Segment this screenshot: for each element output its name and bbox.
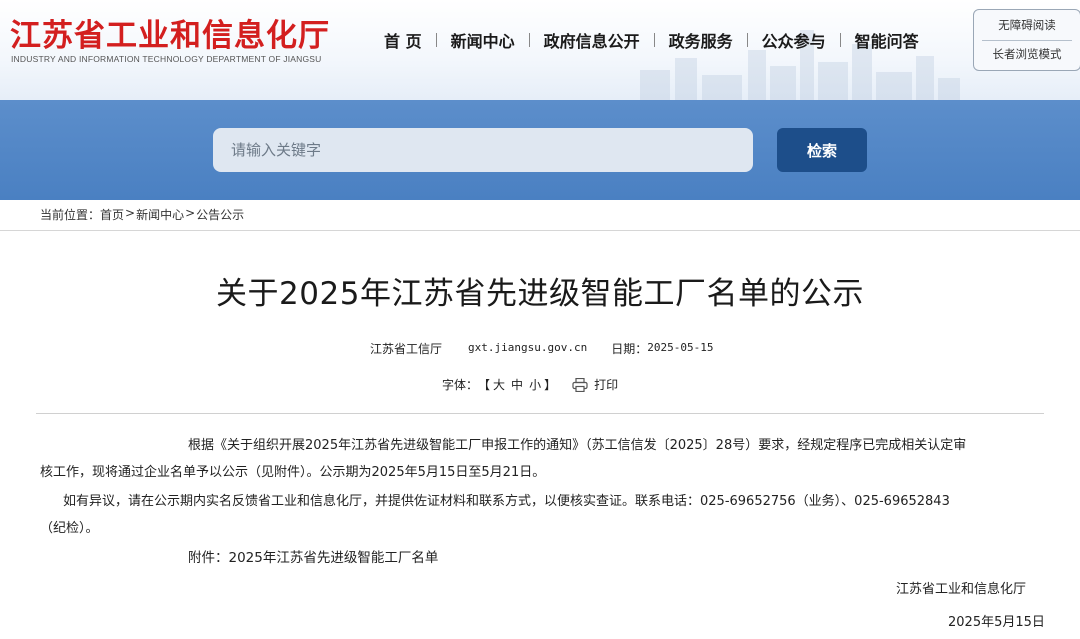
search-banner: 检索 bbox=[0, 100, 1080, 200]
article-paragraph-2-line-2: （纪检）。 bbox=[40, 521, 99, 536]
search-button[interactable]: 检索 bbox=[777, 128, 867, 172]
site-header: 江苏省工业和信息化厅 INDUSTRY AND INFORMATION TECH… bbox=[0, 0, 1080, 100]
font-bracket-close: 】 bbox=[544, 378, 557, 392]
breadcrumb-separator: > bbox=[125, 206, 136, 220]
print-button[interactable]: 打印 bbox=[572, 376, 618, 393]
accessibility-divider bbox=[982, 40, 1072, 41]
breadcrumb-news[interactable]: 新闻中心 bbox=[136, 206, 184, 226]
nav-item-services[interactable]: 政务服务 bbox=[655, 28, 747, 52]
print-label: 打印 bbox=[594, 378, 619, 392]
font-bracket-open: 【 bbox=[478, 378, 491, 392]
breadcrumb: 当前位置： 首页 > 新闻中心 > 公告公示 bbox=[40, 206, 244, 226]
article-site: gxt.jiangsu.gov.cn bbox=[468, 341, 588, 354]
article-date-label: 日期： bbox=[611, 342, 648, 356]
article-title: 关于2025年江苏省先进级智能工厂名单的公示 bbox=[216, 276, 864, 312]
article-date: 2025-05-15 bbox=[647, 341, 714, 354]
site-logo-title[interactable]: 江苏省工业和信息化厅 bbox=[10, 10, 330, 55]
site-logo-subtitle: INDUSTRY AND INFORMATION TECHNOLOGY DEPA… bbox=[11, 54, 322, 64]
article-signature: 江苏省工业和信息化厅 bbox=[896, 582, 1027, 597]
main-nav: 首 页 新闻中心 政府信息公开 政务服务 公众参与 智能问答 bbox=[370, 28, 933, 52]
article-sign-date: 2025年5月15日 bbox=[948, 615, 1045, 630]
breadcrumb-label: 当前位置： bbox=[40, 208, 101, 222]
font-size-controls: 字体： 【 大 中 小 】 打印 bbox=[442, 376, 618, 393]
nav-item-smart-qa[interactable]: 智能问答 bbox=[841, 28, 933, 52]
breadcrumb-separator: > bbox=[185, 206, 196, 220]
font-size-small[interactable]: 小 bbox=[526, 376, 544, 393]
nav-item-gov-info[interactable]: 政府信息公开 bbox=[530, 28, 654, 52]
article-meta: 江苏省工信厅 gxt.jiangsu.gov.cn 日期： 2025-05-15 bbox=[370, 340, 713, 357]
nav-item-news[interactable]: 新闻中心 bbox=[437, 28, 529, 52]
attachment-link[interactable]: 附件：2025年江苏省先进级智能工厂名单 bbox=[188, 546, 438, 566]
font-size-large[interactable]: 大 bbox=[490, 376, 508, 393]
breadcrumb-announcements[interactable]: 公告公示 bbox=[196, 206, 244, 226]
printer-icon bbox=[572, 377, 588, 392]
article-source: 江苏省工信厅 bbox=[370, 342, 443, 356]
article-divider bbox=[36, 413, 1044, 414]
article-paragraph-2-line-1: 如有异议，请在公示期内实名反馈省工业和信息化厅，并提供佐证材料和联系方式，以便核… bbox=[63, 494, 950, 509]
barrier-free-button[interactable]: 无障碍阅读 bbox=[974, 17, 1080, 33]
nav-item-home[interactable]: 首 页 bbox=[370, 28, 436, 52]
font-size-medium[interactable]: 中 bbox=[508, 376, 526, 393]
search-input[interactable] bbox=[213, 128, 753, 172]
elderly-mode-button[interactable]: 长者浏览模式 bbox=[974, 46, 1080, 62]
article-paragraph-1-line-2: 核工作，现将通过企业名单予以公示（见附件）。公示期为2025年5月15日至5月2… bbox=[40, 465, 546, 480]
breadcrumb-divider bbox=[0, 230, 1080, 231]
breadcrumb-home[interactable]: 首页 bbox=[100, 206, 124, 226]
font-size-label: 字体： bbox=[442, 378, 479, 392]
accessibility-panel: 无障碍阅读 长者浏览模式 bbox=[973, 9, 1080, 71]
article-paragraph-1-line-1: 根据《关于组织开展2025年江苏省先进级智能工厂申报工作的通知》（苏工信信发〔2… bbox=[188, 438, 967, 453]
nav-item-participation[interactable]: 公众参与 bbox=[748, 28, 840, 52]
